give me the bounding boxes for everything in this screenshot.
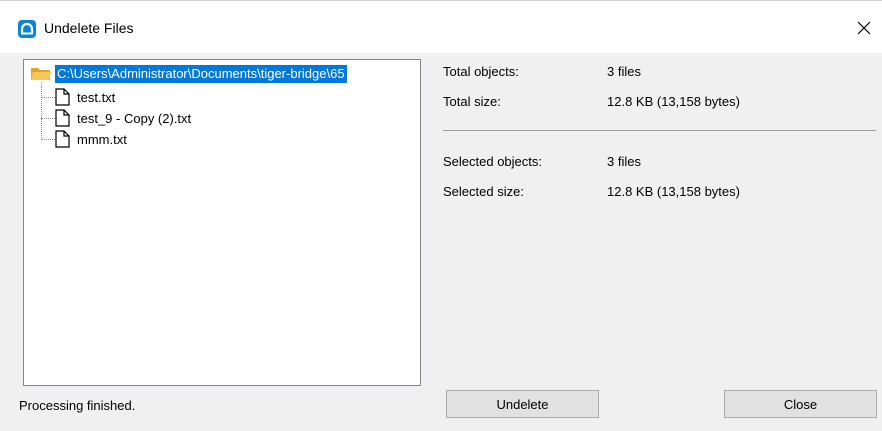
- file-icon: [55, 109, 70, 127]
- total-size-value: 12.8 KB (13,158 bytes): [607, 94, 740, 109]
- tree-connector: [41, 117, 55, 119]
- tree-root-folder[interactable]: C:\Users\Administrator\Documents\tiger-b…: [30, 65, 347, 83]
- total-size-label: Total size:: [443, 94, 501, 109]
- window-title: Undelete Files: [44, 20, 134, 36]
- close-window-button[interactable]: [846, 13, 882, 43]
- status-text: Processing finished.: [19, 398, 136, 413]
- divider: [443, 130, 876, 131]
- tree-item-label: mmm.txt: [77, 131, 127, 147]
- tree-connector: [41, 96, 55, 98]
- undelete-button[interactable]: Undelete: [446, 390, 599, 418]
- undelete-files-dialog: Undelete Files C:\Users\Administrator\Do…: [0, 0, 882, 431]
- selected-objects-label: Selected objects:: [443, 154, 543, 169]
- total-objects-value: 3 files: [607, 64, 641, 79]
- tree-item-label: test_9 - Copy (2).txt: [77, 110, 192, 126]
- selected-size-label: Selected size:: [443, 184, 524, 199]
- folder-open-icon: [31, 68, 51, 80]
- file-tree[interactable]: C:\Users\Administrator\Documents\tiger-b…: [23, 59, 421, 386]
- tree-item-file[interactable]: mmm.txt: [41, 129, 127, 149]
- tree-item-file[interactable]: test.txt: [41, 87, 115, 107]
- tree-root-label: C:\Users\Administrator\Documents\tiger-b…: [55, 65, 347, 83]
- file-icon: [55, 130, 70, 148]
- tree-item-file[interactable]: test_9 - Copy (2).txt: [41, 108, 191, 128]
- selected-objects-value: 3 files: [607, 154, 641, 169]
- file-icon: [55, 88, 70, 106]
- total-objects-label: Total objects:: [443, 64, 519, 79]
- close-icon: [857, 21, 871, 35]
- title-bar: Undelete Files: [0, 0, 882, 53]
- tree-connector: [41, 138, 55, 140]
- close-button[interactable]: Close: [724, 390, 877, 418]
- tree-item-label: test.txt: [77, 89, 116, 105]
- selected-size-value: 12.8 KB (13,158 bytes): [607, 184, 740, 199]
- app-cloud-icon: [18, 20, 36, 38]
